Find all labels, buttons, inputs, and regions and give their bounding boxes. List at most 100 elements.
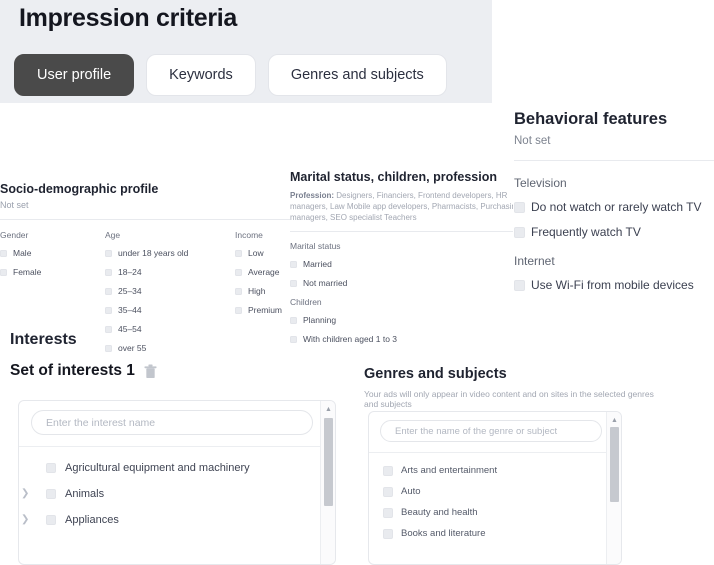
criteria-tabs: User profile Keywords Genres and subject… [14,54,447,96]
checkbox-label: Low [248,248,264,258]
checkbox-icon[interactable] [0,268,7,276]
checkbox-frequently-watch-tv[interactable]: Frequently watch TV [514,225,714,239]
tab-genres-and-subjects[interactable]: Genres and subjects [267,54,447,96]
interests-card: Enter the interest name ❯ Agricultural e… [18,400,336,565]
header-panel: Impression criteria User profile Keyword… [0,0,492,103]
checkbox-age-25-34[interactable]: 25–34 [105,286,235,296]
checkbox-income-high[interactable]: High [235,286,290,296]
interests-list-divider [19,446,335,447]
genres-list-divider [369,452,621,453]
genres-scrollbar[interactable]: ▲ [606,412,621,564]
checkbox-income-average[interactable]: Average [235,267,290,277]
behavioral-divider [514,160,714,161]
checkbox-icon[interactable] [514,226,525,238]
genre-search-input[interactable]: Enter the name of the genre or subject [380,420,602,442]
checkbox-icon[interactable] [235,306,242,314]
genres-card: Enter the name of the genre or subject A… [368,411,622,565]
socio-divider [0,219,290,220]
trash-icon[interactable] [144,364,157,379]
checkbox-icon[interactable] [105,306,112,314]
interests-section-title: Interests [10,331,77,348]
scroll-up-arrow-icon[interactable]: ▲ [607,414,621,427]
checkbox-icon[interactable] [0,249,7,257]
checkbox-label: Not married [303,278,348,288]
socio-column-income: Income Low Average High Premium [235,230,290,362]
checkbox-children-aged-1-to-3[interactable]: With children aged 1 to 3 [290,334,513,344]
scrollbar-thumb[interactable] [324,418,333,506]
checkbox-do-not-watch-tv[interactable]: Do not watch or rarely watch TV [514,200,714,214]
checkbox-icon[interactable] [46,463,56,473]
checkbox-label: 18–24 [118,267,142,277]
scrollbar-thumb[interactable] [610,427,619,502]
checkbox-icon[interactable] [514,279,525,291]
checkbox-age-18-24[interactable]: 18–24 [105,267,235,277]
genres-title: Genres and subjects [364,366,507,382]
checkbox-label: High [248,286,266,296]
checkbox-label: Use Wi-Fi from mobile devices [531,278,694,292]
checkbox-icon[interactable] [514,201,525,213]
checkbox-icon[interactable] [290,260,297,268]
checkbox-gender-male[interactable]: Male [0,248,105,258]
socio-title: Socio-demographic profile [0,182,159,196]
checkbox-label: Female [13,267,42,277]
checkbox-use-wifi-mobile[interactable]: Use Wi-Fi from mobile devices [514,278,714,292]
genres-header: Genres and subjects Your ads will only a… [364,366,664,409]
list-item[interactable]: ❯ Animals [19,481,317,507]
checkbox-icon[interactable] [105,249,112,257]
marital-status-label: Marital status [290,241,341,251]
checkbox-icon[interactable] [105,287,112,295]
list-item[interactable]: ❯ Agricultural equipment and machinery [19,455,317,481]
list-item[interactable]: Auto [369,481,603,502]
tab-keywords[interactable]: Keywords [146,54,256,96]
checkbox-gender-female[interactable]: Female [0,267,105,277]
checkbox-icon[interactable] [290,279,297,287]
checkbox-income-premium[interactable]: Premium [235,305,290,315]
checkbox-icon[interactable] [290,335,297,343]
scroll-up-arrow-icon[interactable]: ▲ [321,403,335,416]
checkbox-icon[interactable] [235,249,242,257]
checkbox-icon[interactable] [46,489,56,499]
list-item[interactable]: ❯ Appliances [19,507,317,533]
checkbox-icon[interactable] [235,268,242,276]
checkbox-icon[interactable] [46,515,56,525]
checkbox-icon[interactable] [290,316,297,324]
checkbox-label: Premium [248,305,283,315]
checkbox-not-married[interactable]: Not married [290,278,513,288]
checkbox-age-45-54[interactable]: 45–54 [105,324,235,334]
checkbox-icon[interactable] [383,507,393,518]
marital-title: Marital status, children, profession [290,170,497,184]
behavioral-status: Not set [514,135,551,147]
marital-divider [290,231,513,232]
profession-line: Profession: Designers, Financiers, Front… [290,190,513,223]
list-item[interactable]: Books and literature [369,523,603,544]
checkbox-income-low[interactable]: Low [235,248,290,258]
checkbox-icon[interactable] [383,528,393,539]
checkbox-married[interactable]: Married [290,259,513,269]
interest-search-input[interactable]: Enter the interest name [31,410,313,435]
checkbox-label: Do not watch or rarely watch TV [531,200,702,214]
checkbox-icon[interactable] [105,268,112,276]
set-of-interests-header: Set of interests 1 [10,362,157,380]
checkbox-icon[interactable] [383,486,393,497]
behavioral-features-block: Behavioral features Not set Television D… [514,110,714,303]
checkbox-age-under18[interactable]: under 18 years old [105,248,235,258]
checkbox-label: With children aged 1 to 3 [303,334,398,344]
interests-scrollbar[interactable]: ▲ [320,401,335,564]
checkbox-icon[interactable] [383,465,393,476]
checkbox-age-35-44[interactable]: 35–44 [105,305,235,315]
impression-criteria-page: Impression criteria User profile Keyword… [0,0,714,565]
checkbox-label: 25–34 [118,286,142,296]
list-item[interactable]: Arts and entertainment [369,460,603,481]
list-item[interactable]: Beauty and health [369,502,603,523]
checkbox-children-planning[interactable]: Planning [290,315,513,325]
checkbox-icon[interactable] [105,325,112,333]
checkbox-icon[interactable] [235,287,242,295]
checkbox-icon[interactable] [105,344,112,352]
chevron-right-icon[interactable]: ❯ [21,489,30,499]
checkbox-age-over55[interactable]: over 55 [105,343,235,353]
profession-label: Profession: [290,191,335,200]
list-item-label: Beauty and health [401,507,478,518]
checkbox-label: Married [303,259,332,269]
tab-user-profile[interactable]: User profile [14,54,135,96]
chevron-right-icon[interactable]: ❯ [21,515,30,525]
